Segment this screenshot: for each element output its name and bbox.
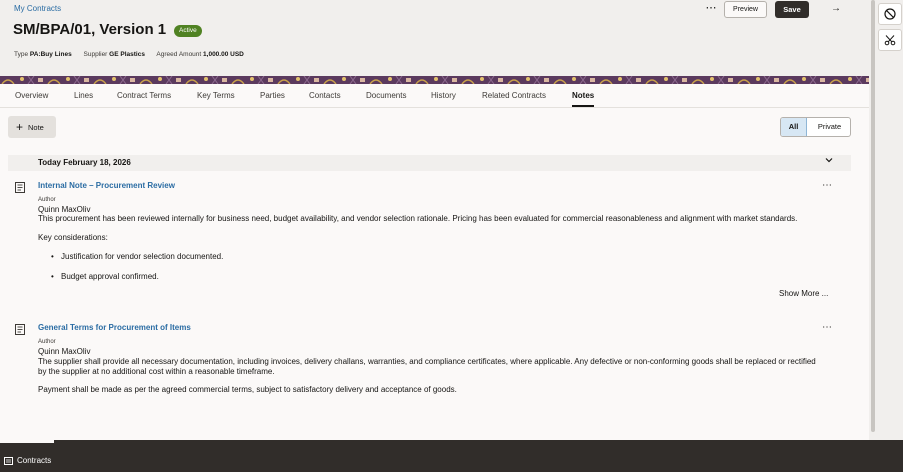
note-actions-button[interactable]: ⋯	[822, 180, 832, 191]
page: My Contracts SM/BPA/01, Version 1 Active…	[0, 0, 869, 440]
tab-key-terms[interactable]: Key Terms	[197, 91, 235, 107]
meta-supplier-key: Supplier	[83, 51, 108, 58]
arrow-right-icon[interactable]: →	[828, 2, 844, 16]
plus-icon: +	[16, 120, 24, 134]
scrollbar-thumb[interactable]	[871, 0, 875, 432]
scissors-icon[interactable]	[878, 29, 902, 51]
footer-tab-indicator	[0, 440, 54, 443]
date-group-header[interactable]: Today February 18, 2026	[8, 155, 851, 171]
block-icon[interactable]	[878, 3, 902, 25]
save-button[interactable]: Save	[775, 1, 809, 18]
page-header: My Contracts SM/BPA/01, Version 1 Active…	[0, 0, 869, 76]
note-body-paragraph: Payment shall be made as per the agreed …	[38, 385, 457, 394]
contracts-icon	[4, 457, 13, 465]
meta-type-value: PA:Buy Lines	[29, 51, 72, 58]
tab-contract-terms[interactable]: Contract Terms	[117, 91, 171, 107]
add-note-label: Note	[28, 123, 44, 132]
chevron-down-icon[interactable]	[825, 156, 833, 166]
tab-parties[interactable]: Parties	[260, 91, 285, 107]
note-bullet: Justification for vendor selection docum…	[51, 252, 223, 261]
status-badge: Active	[174, 25, 202, 37]
tab-overview[interactable]: Overview	[15, 91, 48, 107]
tab-contacts[interactable]: Contacts	[309, 91, 341, 107]
meta-supplier-value: GE Plastics	[109, 51, 145, 58]
note-considerations-label: Key considerations:	[38, 233, 108, 242]
footer-contracts-link[interactable]: Contracts	[17, 456, 51, 465]
visibility-filter: All Private	[780, 117, 851, 137]
right-rail	[876, 0, 903, 440]
filter-private-button[interactable]: Private	[808, 118, 850, 136]
note-title[interactable]: Internal Note – Procurement Review	[38, 181, 175, 190]
meta-amount-key: Agreed Amount	[156, 51, 202, 58]
note-title[interactable]: General Terms for Procurement of Items	[38, 323, 191, 332]
more-actions-button[interactable]: ⋯	[703, 2, 719, 16]
preview-button[interactable]: Preview	[724, 1, 767, 18]
footer-bar: Contracts	[0, 440, 903, 472]
contract-meta: Type PA:Buy Lines Supplier GE Plastics A…	[14, 51, 254, 58]
note-author: Quinn MaxOliv	[38, 347, 91, 356]
note-author-label: Author	[38, 197, 56, 203]
breadcrumb-my-contracts[interactable]: My Contracts	[14, 4, 61, 13]
band-pattern	[0, 76, 869, 84]
filter-all-button[interactable]: All	[781, 118, 807, 136]
note-body-line: The supplier shall provide all necessary…	[38, 357, 816, 366]
tab-history[interactable]: History	[431, 91, 456, 107]
meta-type-key: Type	[14, 51, 29, 58]
page-title: SM/BPA/01, Version 1	[13, 21, 167, 38]
show-more-link[interactable]: Show More ...	[779, 289, 828, 298]
tab-documents[interactable]: Documents	[366, 91, 406, 107]
add-note-button[interactable]: + Note	[8, 116, 56, 138]
note-author: Quinn MaxOliv	[38, 205, 91, 214]
note-bullet: Budget approval confirmed.	[51, 272, 159, 281]
tab-related-contracts[interactable]: Related Contracts	[482, 91, 546, 107]
note-actions-button[interactable]: ⋯	[822, 322, 832, 333]
note-icon	[15, 324, 25, 335]
note-body-line: by the supplier at no additional cost wi…	[38, 367, 275, 376]
note-body: This procurement has been reviewed inter…	[38, 214, 798, 223]
tab-notes[interactable]: Notes	[572, 91, 595, 107]
tab-lines[interactable]: Lines	[74, 91, 93, 107]
date-group-label: Today February 18, 2026	[38, 158, 131, 167]
note-author-label: Author	[38, 339, 56, 345]
meta-amount-value: 1,000.00 USD	[203, 51, 244, 58]
note-icon	[15, 182, 25, 193]
decorative-band	[0, 76, 869, 84]
tab-bar: Overview Lines Contract Terms Key Terms …	[0, 84, 869, 108]
